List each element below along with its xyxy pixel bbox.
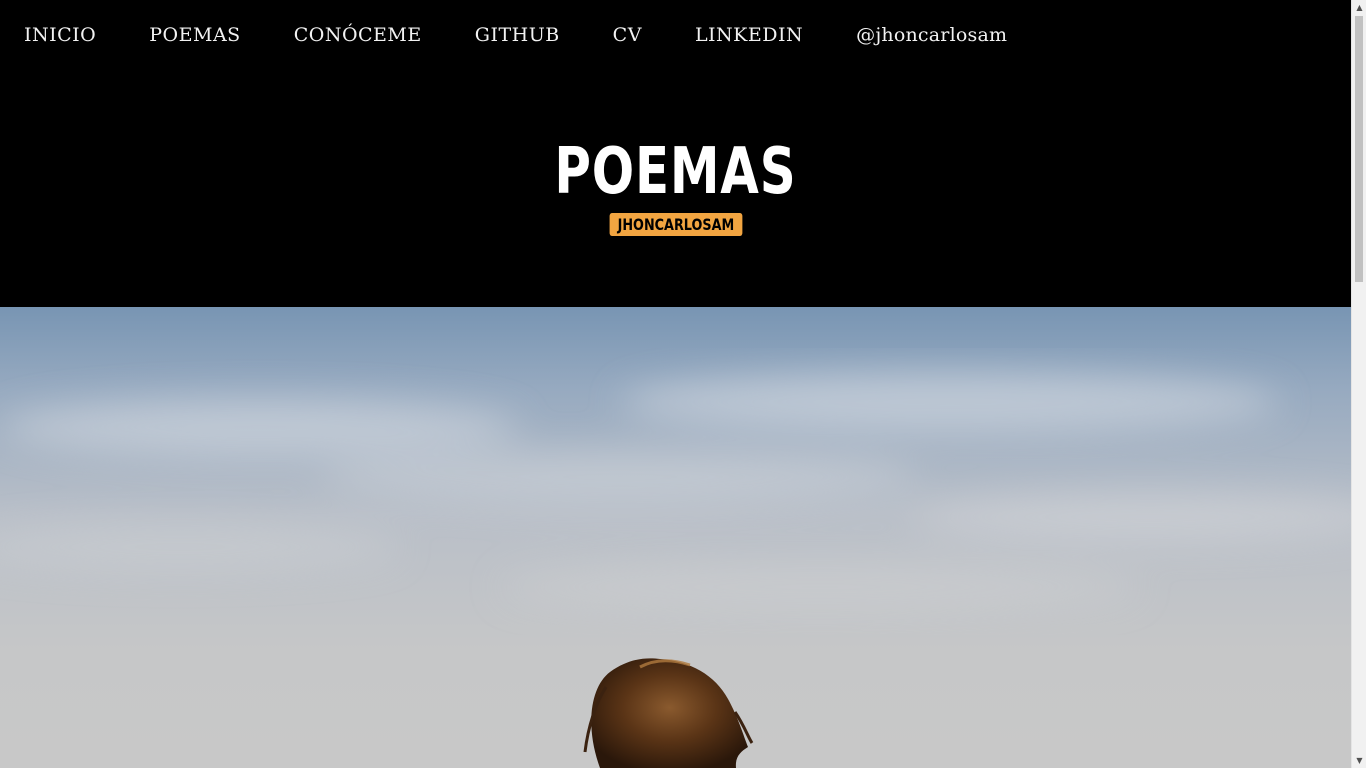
nav-link-poemas[interactable]: POEMAS [149, 24, 240, 46]
author-badge: JHONCARLOSAM [609, 213, 742, 236]
nav-link-cv[interactable]: CV [613, 24, 642, 46]
nav-link-inicio[interactable]: INICIO [24, 24, 96, 46]
nav-link-github[interactable]: GITHUB [475, 24, 560, 46]
scrollbar-thumb[interactable] [1355, 16, 1363, 282]
page-title: POEMAS [554, 135, 797, 209]
triangle-down-icon[interactable]: ▼ [1352, 753, 1366, 768]
page: INICIO POEMAS CONÓCEME GITHUB CV LINKEDI… [0, 0, 1351, 768]
nav-link-linkedin[interactable]: LINKEDIN [695, 24, 803, 46]
vertical-scrollbar[interactable]: ▲ ▼ [1351, 0, 1366, 768]
nav-link-conoceme[interactable]: CONÓCEME [294, 24, 422, 46]
top-navigation: INICIO POEMAS CONÓCEME GITHUB CV LINKEDI… [0, 0, 1351, 70]
nav-link-twitter-handle[interactable]: @jhoncarlosam [856, 24, 1007, 46]
page-header: POEMAS JHONCARLOSAM [0, 70, 1351, 307]
hero-image [0, 307, 1351, 768]
author-badge-wrapper: JHONCARLOSAM [0, 213, 1351, 236]
triangle-up-icon[interactable]: ▲ [1352, 0, 1366, 15]
hero-photo-sky-person [0, 307, 1351, 768]
